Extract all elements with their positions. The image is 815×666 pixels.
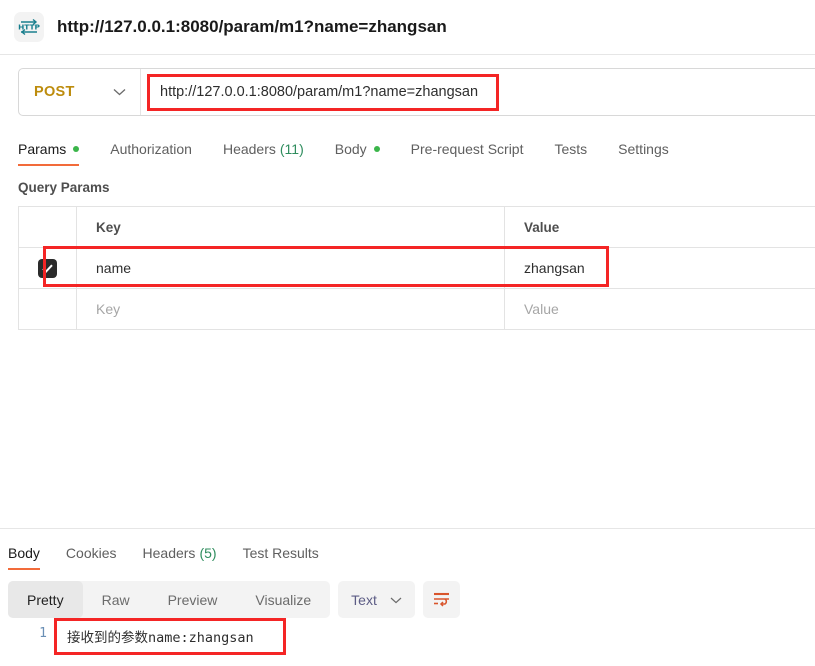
response-body-content[interactable]: 接收到的参数name:zhangsan	[54, 618, 286, 655]
query-params-table: Key Value name zhangsan Key Value	[18, 206, 815, 330]
query-params-title: Query Params	[18, 180, 110, 195]
tab-authorization-label: Authorization	[110, 141, 192, 157]
response-tab-headers-count: (5)	[199, 545, 217, 561]
header-checkbox-cell	[19, 207, 77, 247]
view-mode-visualize[interactable]: Visualize	[236, 581, 330, 618]
view-mode-group: Pretty Raw Preview Visualize	[8, 581, 331, 618]
row-key-input[interactable]: Key	[77, 289, 505, 329]
tab-tests-label: Tests	[554, 141, 588, 157]
response-tab-cookies-label: Cookies	[65, 545, 117, 561]
row-checkbox-cell[interactable]	[19, 289, 77, 329]
tab-settings[interactable]: Settings	[618, 141, 669, 166]
view-mode-preview[interactable]: Preview	[149, 581, 237, 618]
header-key: Key	[77, 207, 505, 247]
tab-headers[interactable]: Headers (11)	[223, 141, 304, 166]
word-wrap-button[interactable]	[422, 581, 460, 618]
response-divider	[0, 528, 815, 529]
chevron-down-icon	[113, 83, 126, 101]
response-tab-cookies[interactable]: Cookies	[66, 545, 117, 570]
tab-authorization[interactable]: Authorization	[110, 141, 192, 166]
header-value: Value	[524, 219, 560, 235]
row-value-input[interactable]: zhangsan	[505, 248, 815, 288]
table-header-row: Key Value	[19, 207, 815, 248]
tab-tests[interactable]: Tests	[554, 141, 587, 166]
method-label: POST	[34, 84, 75, 100]
chevron-down-icon	[390, 593, 402, 607]
response-body: 1 接收到的参数name:zhangsan	[0, 618, 286, 655]
tab-headers-count: (11)	[279, 141, 304, 157]
tab-headers-label: Headers	[222, 141, 276, 157]
request-tabs: Params Authorization Headers (11) Body P…	[18, 129, 815, 166]
response-tab-test-results[interactable]: Test Results	[243, 545, 319, 570]
method-selector[interactable]: POST	[19, 69, 141, 115]
params-modified-dot	[73, 146, 80, 152]
response-toolbar: Pretty Raw Preview Visualize Text	[8, 581, 460, 618]
table-row[interactable]: name zhangsan	[19, 246, 815, 289]
request-header: HTTP http://127.0.0.1:8080/param/m1?name…	[0, 0, 815, 55]
tab-body[interactable]: Body	[335, 141, 380, 166]
body-modified-dot	[373, 146, 380, 152]
tab-settings-label: Settings	[618, 141, 669, 157]
tab-pre-request-script-label: Pre-request Script	[410, 141, 524, 157]
view-mode-pretty[interactable]: Pretty	[8, 581, 83, 618]
request-title: http://127.0.0.1:8080/param/m1?name=zhan…	[57, 17, 447, 36]
row-checkbox-cell[interactable]	[19, 248, 77, 288]
line-number: 1	[39, 626, 47, 641]
response-tab-test-results-label: Test Results	[242, 545, 319, 561]
word-wrap-icon	[433, 592, 449, 607]
content-type-selector[interactable]: Text	[338, 581, 415, 618]
tab-params-label: Params	[18, 141, 67, 157]
response-body-line: 接收到的参数name:zhangsan	[67, 630, 254, 646]
url-input[interactable]: http://127.0.0.1:8080/param/m1?name=zhan…	[160, 84, 478, 100]
response-tab-headers[interactable]: Headers (5)	[143, 545, 217, 570]
response-tab-body-label: Body	[8, 545, 40, 561]
response-tab-headers-label: Headers	[142, 545, 196, 561]
http-protocol-icon: HTTP	[14, 12, 44, 42]
row-enabled-checkbox[interactable]	[38, 258, 57, 278]
row-key-input[interactable]: name	[77, 248, 505, 288]
response-tabs: Body Cookies Headers (5) Test Results	[8, 536, 345, 570]
response-tab-body[interactable]: Body	[8, 545, 40, 570]
tab-pre-request-script[interactable]: Pre-request Script	[411, 141, 524, 166]
content-type-label: Text	[351, 591, 377, 608]
tab-params[interactable]: Params	[18, 141, 80, 166]
svg-text:HTTP: HTTP	[18, 23, 40, 32]
table-row[interactable]: Key Value	[19, 289, 815, 330]
row-value-input[interactable]: Value	[505, 289, 815, 329]
url-input-wrap: http://127.0.0.1:8080/param/m1?name=zhan…	[141, 69, 815, 115]
url-bar: POST http://127.0.0.1:8080/param/m1?name…	[18, 68, 815, 116]
tab-body-label: Body	[334, 141, 367, 157]
view-mode-raw[interactable]: Raw	[83, 581, 149, 618]
